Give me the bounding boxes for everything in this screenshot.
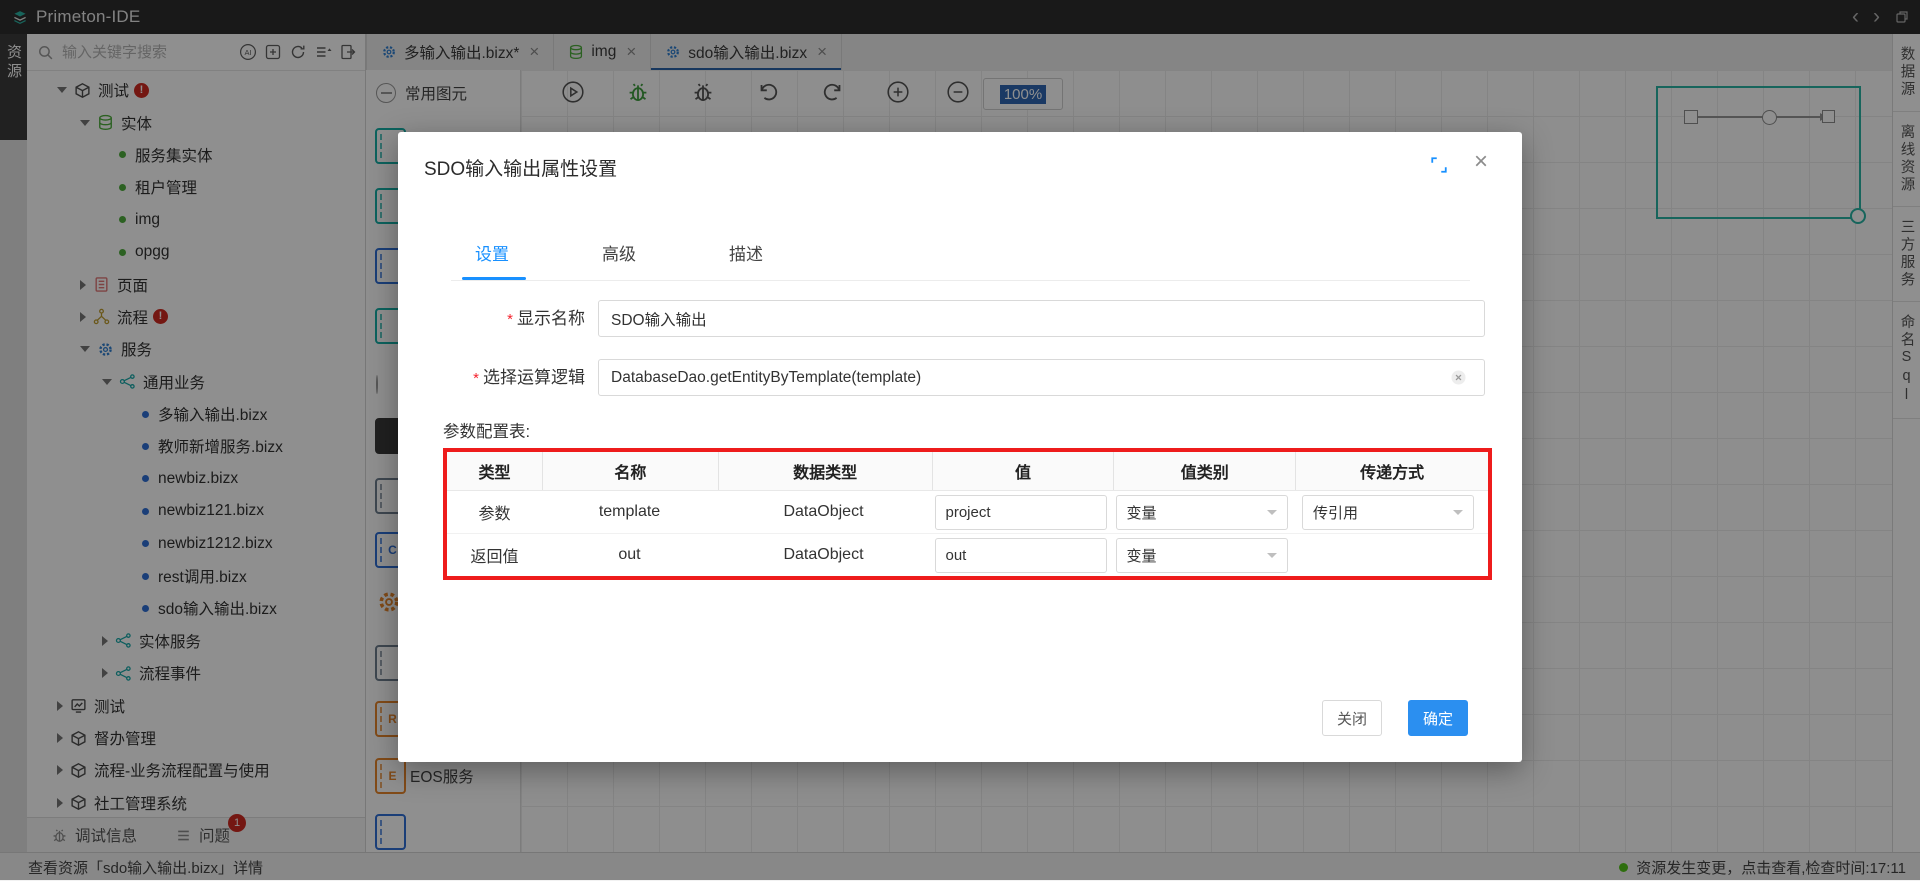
clear-input-icon[interactable]	[1450, 369, 1467, 386]
param-config-table: 类型名称数据类型值值类别传递方式参数templateDataObject变量传引…	[443, 448, 1492, 580]
cell-text: 参数	[447, 491, 542, 533]
column-header-名称: 名称	[543, 452, 719, 490]
sdo-properties-dialog: SDO输入输出属性设置 × 设置 高级 描述 *显示名称 *选择运算逻辑 参数配置表…	[398, 132, 1522, 762]
close-icon[interactable]: ×	[1474, 148, 1488, 176]
pass-mode-select[interactable]: 传引用	[1302, 495, 1474, 530]
maximize-icon[interactable]	[1430, 156, 1448, 174]
required-mark: *	[507, 311, 513, 328]
column-header-值类别: 值类别	[1114, 452, 1296, 490]
dialog-tab-设置[interactable]: 设置	[475, 240, 509, 265]
cell-value-kind: 变量	[1111, 534, 1292, 576]
dialog-tab-描述[interactable]: 描述	[729, 240, 763, 265]
cell-pass-mode	[1292, 534, 1484, 576]
required-mark: *	[473, 370, 479, 387]
table-row: 返回值outDataObject 变量	[447, 534, 1488, 576]
tabs-divider	[451, 280, 1470, 281]
ok-button[interactable]: 确定	[1408, 700, 1468, 736]
cell-value	[930, 534, 1111, 576]
table-row: 参数templateDataObject 变量传引用	[447, 491, 1488, 534]
column-header-值: 值	[933, 452, 1115, 490]
column-header-传递方式: 传递方式	[1296, 452, 1488, 490]
display-name-row: *显示名称	[398, 300, 1522, 337]
cell-value	[930, 491, 1111, 533]
logic-row: *选择运算逻辑	[398, 359, 1522, 396]
dialog-tabs: 设置 高级 描述	[475, 240, 763, 265]
cancel-button[interactable]: 关闭	[1322, 700, 1382, 736]
display-name-label: *显示名称	[398, 300, 585, 338]
cell-text: out	[542, 534, 717, 576]
column-header-数据类型: 数据类型	[719, 452, 933, 490]
column-header-类型: 类型	[447, 452, 543, 490]
display-name-input[interactable]	[598, 300, 1485, 337]
value-input[interactable]	[935, 538, 1107, 573]
table-header-row: 类型名称数据类型值值类别传递方式	[447, 452, 1488, 491]
cell-text: template	[542, 491, 717, 533]
dialog-tab-高级[interactable]: 高级	[602, 240, 636, 265]
value-kind-select[interactable]: 变量	[1116, 495, 1288, 530]
cell-value-kind: 变量	[1111, 491, 1292, 533]
dialog-title: SDO输入输出属性设置	[424, 154, 617, 181]
logic-label: *选择运算逻辑	[398, 359, 585, 397]
value-kind-select[interactable]: 变量	[1116, 538, 1288, 573]
cell-pass-mode: 传引用	[1292, 491, 1484, 533]
value-input[interactable]	[935, 495, 1107, 530]
param-table-caption: 参数配置表:	[443, 418, 530, 442]
cell-text: 返回值	[447, 534, 542, 576]
dialog-footer: 关闭 确定	[398, 700, 1522, 736]
logic-input[interactable]	[598, 359, 1485, 396]
app-root: Primeton-IDE ‹ › 资源 AI 测试!实体服务集实体租户管理img…	[0, 0, 1920, 880]
cell-text: DataObject	[717, 491, 930, 533]
cell-text: DataObject	[717, 534, 930, 576]
